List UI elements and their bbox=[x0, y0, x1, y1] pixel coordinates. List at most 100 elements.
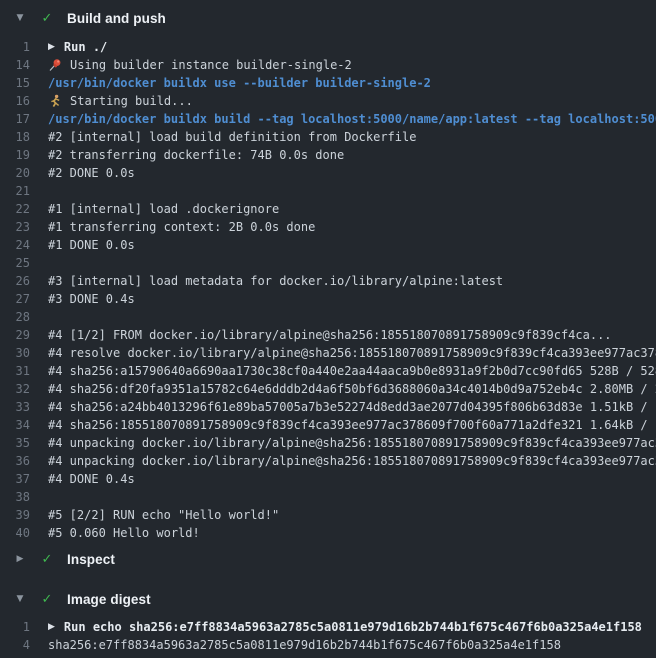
check-icon: ✓ bbox=[39, 552, 55, 567]
line-number[interactable]: 30 bbox=[0, 344, 30, 362]
check-icon: ✓ bbox=[39, 592, 55, 607]
log-line: 35#4 unpacking docker.io/library/alpine@… bbox=[0, 434, 656, 452]
log-text: #4 sha256:a24bb4013296f61e89ba57005a7b3e… bbox=[48, 398, 656, 416]
log-text: #1 [internal] load .dockerignore bbox=[48, 200, 279, 218]
log-line: 15/usr/bin/docker buildx use --builder b… bbox=[0, 74, 656, 92]
log-text: #4 sha256:df20fa9351a15782c64e6dddb2d4a6… bbox=[48, 380, 656, 398]
log-text: #2 [internal] load build definition from… bbox=[48, 128, 416, 146]
command-text: /usr/bin/docker buildx use --builder bui… bbox=[48, 74, 431, 92]
log-line: 28 bbox=[0, 308, 656, 326]
chevron-down-icon[interactable]: ▼ bbox=[13, 13, 27, 23]
line-number[interactable]: 19 bbox=[0, 146, 30, 164]
section-header-image-digest[interactable]: ▼ ✓ Image digest bbox=[0, 582, 656, 616]
group-toggle-icon[interactable]: ▶ bbox=[48, 618, 55, 636]
line-number[interactable]: 35 bbox=[0, 434, 30, 452]
log-text: #3 DONE 0.4s bbox=[48, 290, 135, 308]
log-line: 24 #1 DONE 0.0s bbox=[0, 236, 656, 254]
command-text: /usr/bin/docker buildx build --tag local… bbox=[48, 110, 656, 128]
line-number[interactable]: 15 bbox=[0, 74, 30, 92]
log-text: #3 [internal] load metadata for docker.i… bbox=[48, 272, 503, 290]
line-number[interactable]: 39 bbox=[0, 506, 30, 524]
line-number[interactable]: 37 bbox=[0, 470, 30, 488]
log-text: #2 DONE 0.0s bbox=[48, 164, 135, 182]
log-text: #5 0.060 Hello world! bbox=[48, 524, 200, 542]
log-line: 39 #5 [2/2] RUN echo "Hello world!" bbox=[0, 506, 656, 524]
line-number[interactable]: 36 bbox=[0, 452, 30, 470]
line-number[interactable]: 26 bbox=[0, 272, 30, 290]
log-line: 25 bbox=[0, 254, 656, 272]
log-line: 22 #1 [internal] load .dockerignore bbox=[0, 200, 656, 218]
line-number[interactable]: 22 bbox=[0, 200, 30, 218]
section-header-build-and-push[interactable]: ▼ ✓ Build and push bbox=[0, 0, 656, 36]
log-line: 27 #3 DONE 0.4s bbox=[0, 290, 656, 308]
log-line: 33 #4 sha256:a24bb4013296f61e89ba57005a7b… bbox=[0, 398, 656, 416]
log-line: 17/usr/bin/docker buildx build --tag loc… bbox=[0, 110, 656, 128]
log-text: sha256:e7ff8834a5963a2785c5a0811e979d16b… bbox=[48, 636, 561, 654]
log-text: #4 resolve docker.io/library/alpine@sha2… bbox=[48, 344, 656, 362]
line-number[interactable]: 14 bbox=[0, 56, 30, 74]
line-number[interactable]: 17 bbox=[0, 110, 30, 128]
log-line: 38 bbox=[0, 488, 656, 506]
section-title: Image digest bbox=[67, 592, 151, 607]
log-text: ▶Run echo sha256:e7ff8834a5963a2785c5a08… bbox=[48, 618, 642, 636]
log-line: 20 #2 DONE 0.0s bbox=[0, 164, 656, 182]
line-number[interactable]: 1 bbox=[0, 618, 30, 636]
log-lines: 1 ▶Run echo sha256:e7ff8834a5963a2785c5a0… bbox=[0, 618, 656, 654]
log-text: #4 DONE 0.4s bbox=[48, 470, 135, 488]
log-section-build-and-push: ▼ ✓ Build and push 1 ▶Run ./ 14 Using build… bbox=[0, 0, 656, 542]
log-line: 32 #4 sha256:df20fa9351a15782c64e6dddb2d4… bbox=[0, 380, 656, 398]
line-number[interactable]: 33 bbox=[0, 398, 30, 416]
line-number[interactable]: 28 bbox=[0, 308, 30, 326]
runner-emoji bbox=[48, 94, 62, 108]
log-line: 1 ▶Run ./ bbox=[0, 38, 656, 56]
check-icon: ✓ bbox=[39, 11, 55, 26]
log-line: 1 ▶Run echo sha256:e7ff8834a5963a2785c5a0… bbox=[0, 618, 656, 636]
line-number[interactable]: 29 bbox=[0, 326, 30, 344]
log-line: 31 #4 sha256:a15790640a6690aa1730c38cf0a4… bbox=[0, 362, 656, 380]
line-number[interactable]: 25 bbox=[0, 254, 30, 272]
line-number[interactable]: 40 bbox=[0, 524, 30, 542]
line-number[interactable]: 24 bbox=[0, 236, 30, 254]
log-line: 4 sha256:e7ff8834a5963a2785c5a0811e979d16… bbox=[0, 636, 656, 654]
log-section-inspect: ▶ ✓ Inspect bbox=[0, 542, 656, 576]
log-line: 30 #4 resolve docker.io/library/alpine@sh… bbox=[0, 344, 656, 362]
log-line: 40 #5 0.060 Hello world! bbox=[0, 524, 656, 542]
log-line: 14 Using builder instance builder-single-… bbox=[0, 56, 656, 74]
line-number[interactable]: 34 bbox=[0, 416, 30, 434]
line-number[interactable]: 32 bbox=[0, 380, 30, 398]
section-title: Inspect bbox=[67, 552, 115, 567]
log-text: #1 DONE 0.0s bbox=[48, 236, 135, 254]
line-number[interactable]: 1 bbox=[0, 38, 30, 56]
log-line: 16Starting build... bbox=[0, 92, 656, 110]
log-section-image-digest: ▼ ✓ Image digest 1 ▶Run echo sha256:e7ff8… bbox=[0, 582, 656, 654]
line-number[interactable]: 20 bbox=[0, 164, 30, 182]
log-text: ▶Run ./ bbox=[48, 38, 107, 56]
line-number[interactable]: 21 bbox=[0, 182, 30, 200]
log-line: 36#4 unpacking docker.io/library/alpine@… bbox=[0, 452, 656, 470]
log-text: Using builder instance builder-single-2 bbox=[48, 56, 352, 74]
log-line: 23 #1 transferring context: 2B 0.0s done bbox=[0, 218, 656, 236]
line-number[interactable]: 38 bbox=[0, 488, 30, 506]
log-line: 18 #2 [internal] load build definition fr… bbox=[0, 128, 656, 146]
log-line: 19#2 transferring dockerfile: 74B 0.0s d… bbox=[0, 146, 656, 164]
log-text: #4 sha256:a15790640a6690aa1730c38cf0a440… bbox=[48, 362, 656, 380]
chevron-down-icon[interactable]: ▼ bbox=[13, 594, 27, 604]
workflow-log-viewer: ▼ ✓ Build and push 1▶Run ./14Using build… bbox=[0, 0, 656, 658]
line-number[interactable]: 16 bbox=[0, 92, 30, 110]
line-number[interactable]: 31 bbox=[0, 362, 30, 380]
chevron-right-icon[interactable]: ▶ bbox=[13, 554, 27, 564]
group-toggle-icon[interactable]: ▶ bbox=[48, 38, 55, 56]
log-text: #1 transferring context: 2B 0.0s done bbox=[48, 218, 315, 236]
section-title: Build and push bbox=[67, 11, 166, 26]
log-lines: 1 ▶Run ./ 14 Using builder instance builder… bbox=[0, 38, 656, 542]
line-number[interactable]: 18 bbox=[0, 128, 30, 146]
log-text: #5 [2/2] RUN echo "Hello world!" bbox=[48, 506, 279, 524]
line-number[interactable]: 4 bbox=[0, 636, 30, 654]
line-number[interactable]: 27 bbox=[0, 290, 30, 308]
log-line: 26 #3 [internal] load metadata for docker… bbox=[0, 272, 656, 290]
section-header-inspect[interactable]: ▶ ✓ Inspect bbox=[0, 542, 656, 576]
line-number[interactable]: 23 bbox=[0, 218, 30, 236]
log-line: 29#4 [1/2] FROM docker.io/library/alpine… bbox=[0, 326, 656, 344]
pushpin-emoji bbox=[48, 58, 62, 72]
log-line: 37 #4 DONE 0.4s bbox=[0, 470, 656, 488]
